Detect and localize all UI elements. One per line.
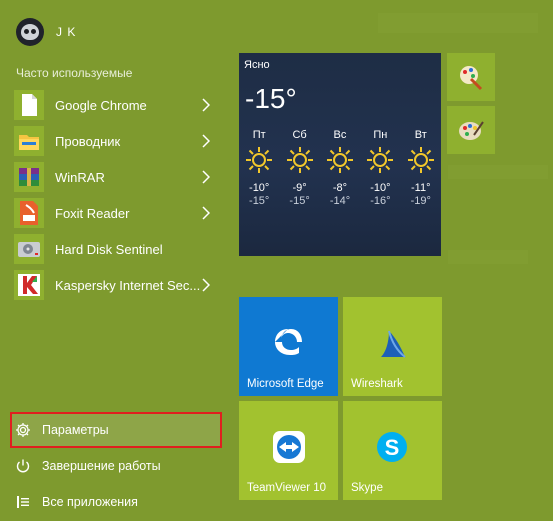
user-name: J K: [56, 25, 77, 39]
tile-label: Wireshark: [351, 378, 403, 390]
tile-label: Microsoft Edge: [247, 378, 324, 390]
sun-icon: [407, 147, 434, 173]
start-bottom-menu: Параметры Завершение работы Все приложен…: [10, 412, 222, 520]
paint-tile[interactable]: [447, 53, 495, 101]
background-stripe: [378, 13, 538, 33]
forecast-day: Сб -9° -15°: [282, 129, 318, 207]
palette-icon: [459, 121, 484, 140]
hard-disk-icon: [14, 234, 44, 264]
user-account[interactable]: J K: [16, 17, 76, 47]
app-item-winrar[interactable]: WinRAR: [14, 159, 220, 195]
microsoft-edge-tile[interactable]: Microsoft Edge: [239, 297, 338, 396]
settings-button[interactable]: Параметры: [10, 412, 222, 448]
power-icon: [14, 457, 32, 475]
app-item-hard-disk-sentinel[interactable]: Hard Disk Sentinel: [14, 231, 220, 267]
tile-label: TeamViewer 10: [247, 482, 327, 494]
file-icon: [14, 90, 44, 120]
shark-fin-icon: [381, 330, 406, 358]
background-stripe: [448, 165, 548, 179]
avatar: [16, 18, 44, 46]
app-item-kaspersky[interactable]: Kaspersky Internet Sec...: [14, 267, 220, 303]
skype-tile[interactable]: S Skype: [343, 401, 442, 500]
weather-condition: Ясно: [244, 59, 270, 71]
weather-current-temp: -15°: [245, 83, 297, 114]
gear-icon: [14, 421, 32, 439]
weather-forecast: Пт -10° -15° Сб -9° -15° Вс -8° -14° Пн …: [239, 129, 441, 207]
sun-icon: [246, 147, 273, 173]
skype-icon: S: [377, 432, 407, 462]
frequent-apps-list: Google Chrome Проводник WinRAR Foxit Rea…: [14, 87, 220, 303]
pdf-icon: [14, 198, 44, 228]
app-item-google-chrome[interactable]: Google Chrome: [14, 87, 220, 123]
all-apps-icon: [14, 493, 32, 511]
forecast-day: Вт -11° -19°: [403, 129, 439, 207]
svg-text:S: S: [385, 435, 400, 460]
forecast-day: Пт -10° -15°: [241, 129, 277, 207]
forecast-day: Пн -10° -16°: [362, 129, 398, 207]
edge-icon: [275, 329, 302, 355]
sun-icon: [367, 147, 394, 173]
app-item-foxit-reader[interactable]: Foxit Reader: [14, 195, 220, 231]
kaspersky-icon: [14, 270, 44, 300]
chevron-right-icon[interactable]: [202, 134, 210, 148]
sun-icon: [326, 147, 353, 173]
shutdown-button[interactable]: Завершение работы: [10, 448, 222, 484]
winrar-icon: [14, 162, 44, 192]
chevron-right-icon[interactable]: [202, 170, 210, 184]
palette-tile[interactable]: [447, 106, 495, 154]
teamviewer-tile[interactable]: TeamViewer 10: [239, 401, 338, 500]
frequent-apps-title: Часто используемые: [16, 66, 133, 80]
all-apps-button[interactable]: Все приложения: [10, 484, 222, 520]
chevron-right-icon[interactable]: [202, 278, 210, 292]
folder-icon: [14, 126, 44, 156]
teamviewer-icon: [273, 431, 305, 463]
paint-brush-icon: [460, 66, 483, 91]
forecast-day: Вс -8° -14°: [322, 129, 358, 207]
weather-tile[interactable]: Ясно -15° Пт -10° -15° Сб -9° -15° Вс -8…: [239, 53, 441, 256]
background-stripe: [448, 250, 528, 264]
sun-icon: [286, 147, 313, 173]
wireshark-tile[interactable]: Wireshark: [343, 297, 442, 396]
chevron-right-icon[interactable]: [202, 206, 210, 220]
chevron-right-icon[interactable]: [202, 98, 210, 112]
tile-label: Skype: [351, 482, 383, 494]
app-item-explorer[interactable]: Проводник: [14, 123, 220, 159]
